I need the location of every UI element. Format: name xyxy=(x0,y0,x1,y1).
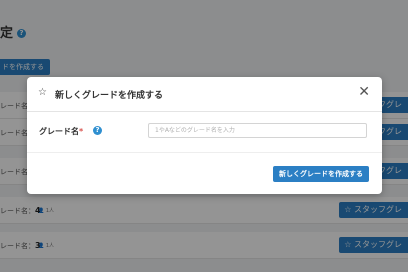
create-grade-modal: ☆ 新しくグレードを作成する ✕ グレード名* ? 新しくグレードを作成する xyxy=(27,77,382,194)
required-mark: * xyxy=(79,127,84,136)
modal-title: 新しくグレードを作成する xyxy=(55,91,164,101)
grade-name-input[interactable] xyxy=(148,123,367,138)
grade-name-label: グレード名* xyxy=(39,127,84,136)
create-grade-submit-button[interactable]: 新しくグレードを作成する xyxy=(273,166,369,182)
close-icon[interactable]: ✕ xyxy=(358,85,370,99)
modal-header: ☆ 新しくグレードを作成する ✕ xyxy=(27,77,382,112)
question-circle-icon[interactable]: ? xyxy=(93,126,102,135)
star-outline-icon: ☆ xyxy=(38,87,47,98)
divider xyxy=(27,152,382,153)
